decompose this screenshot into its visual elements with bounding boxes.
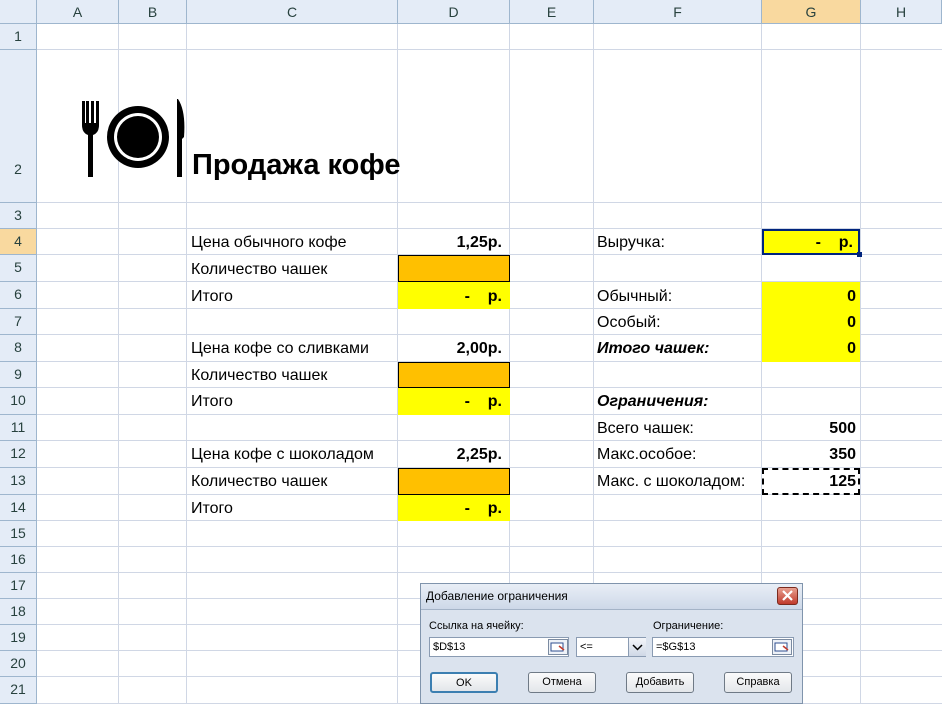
corner-cell[interactable] <box>0 0 37 24</box>
value-regular[interactable]: 0 <box>762 285 856 309</box>
add-button[interactable]: Добавить <box>626 672 694 693</box>
value-cream-total[interactable]: - р. <box>398 390 502 414</box>
label-max-choc: Макс. с шоколадом: <box>597 473 746 490</box>
row-header-13[interactable]: 13 <box>0 468 37 495</box>
row-header-7[interactable]: 7 <box>0 309 37 335</box>
grid-line <box>37 572 942 573</box>
label-cream-price: Цена кофе со сливками <box>191 340 369 357</box>
cell-d5[interactable] <box>398 255 510 282</box>
label-max-special: Макс.особое: <box>597 446 697 463</box>
row-header-4[interactable]: 4 <box>0 229 37 255</box>
cell-d9[interactable] <box>398 362 510 388</box>
range-select-icon <box>550 642 565 652</box>
grid-line <box>37 546 942 547</box>
dialog-titlebar[interactable]: Добавление ограничения <box>421 584 802 610</box>
cutlery-plate-icon <box>82 99 185 177</box>
label-choc-price: Цена кофе с шоколадом <box>191 446 374 463</box>
label-regular: Обычный: <box>597 288 673 305</box>
value-max-choc[interactable]: 125 <box>762 470 856 494</box>
row-header-8[interactable]: 8 <box>0 335 37 362</box>
value-cream-price[interactable]: 2,00р. <box>398 337 502 361</box>
value-total-cups[interactable]: 0 <box>762 337 856 361</box>
ok-button[interactable]: OK <box>430 672 498 693</box>
row-header-11[interactable]: 11 <box>0 415 37 441</box>
row-header-15[interactable]: 15 <box>0 521 37 547</box>
column-header-b[interactable]: B <box>119 0 187 24</box>
value-regular-total[interactable]: - р. <box>398 285 502 309</box>
column-header-a[interactable]: A <box>37 0 119 24</box>
label-total-cups: Итого чашек: <box>597 340 710 357</box>
value-special[interactable]: 0 <box>762 311 856 335</box>
add-constraint-dialog: Добавление ограничения Ссылка на ячейку:… <box>420 583 803 704</box>
dialog-close-button[interactable] <box>777 587 798 605</box>
value-max-special[interactable]: 350 <box>762 443 856 467</box>
page-title: Продажа кофе <box>192 149 401 181</box>
operator-dropdown-button[interactable] <box>628 638 646 656</box>
chevron-down-icon <box>632 644 643 651</box>
value-regular-price[interactable]: 1,25р. <box>398 231 502 255</box>
label-regular-price: Цена обычного кофе <box>191 234 347 251</box>
column-header-h[interactable]: H <box>861 0 942 24</box>
label-choc-qty: Количество чашек <box>191 473 328 490</box>
label-revenue: Выручка: <box>597 234 665 251</box>
grid-line <box>860 24 861 704</box>
row-header-18[interactable]: 18 <box>0 599 37 625</box>
fill-handle[interactable] <box>857 252 862 257</box>
row-header-17[interactable]: 17 <box>0 573 37 599</box>
label-regular-qty: Количество чашек <box>191 261 328 278</box>
row-header-14[interactable]: 14 <box>0 495 37 521</box>
value-choc-total[interactable]: - р. <box>398 497 502 521</box>
label-cream-total: Итого <box>191 393 233 410</box>
column-header-c[interactable]: C <box>187 0 398 24</box>
row-header-10[interactable]: 10 <box>0 388 37 415</box>
close-icon <box>782 590 793 601</box>
row-header-6[interactable]: 6 <box>0 282 37 309</box>
column-header-g[interactable]: G <box>762 0 861 24</box>
label-cream-qty: Количество чашек <box>191 367 328 384</box>
row-header-5[interactable]: 5 <box>0 255 37 282</box>
row-header-21[interactable]: 21 <box>0 677 37 704</box>
value-revenue[interactable]: - р. <box>762 231 853 255</box>
row-header-16[interactable]: 16 <box>0 547 37 573</box>
column-header-e[interactable]: E <box>510 0 594 24</box>
row-header-9[interactable]: 9 <box>0 362 37 388</box>
column-header-d[interactable]: D <box>398 0 510 24</box>
grid-line <box>37 49 942 50</box>
value-choc-price[interactable]: 2,25р. <box>398 443 502 467</box>
label-constraints: Ограничения: <box>597 393 709 410</box>
grid-line <box>37 202 942 203</box>
cell-ref-collapse-button[interactable] <box>548 639 568 655</box>
help-button[interactable]: Справка <box>724 672 792 693</box>
row-header-2[interactable]: 2 <box>0 50 37 203</box>
row-header-19[interactable]: 19 <box>0 625 37 651</box>
value-all-cups[interactable]: 500 <box>762 417 856 441</box>
label-all-cups: Всего чашек: <box>597 420 694 437</box>
cancel-button[interactable]: Отмена <box>528 672 596 693</box>
label-choc-total: Итого <box>191 500 233 517</box>
row-header-12[interactable]: 12 <box>0 441 37 468</box>
label-regular-total: Итого <box>191 288 233 305</box>
constraint-collapse-button[interactable] <box>772 639 792 655</box>
cell-d13[interactable] <box>398 468 510 495</box>
row-header-20[interactable]: 20 <box>0 651 37 677</box>
range-select-icon <box>774 642 789 652</box>
row-header-1[interactable]: 1 <box>0 24 37 50</box>
row-header-3[interactable]: 3 <box>0 203 37 229</box>
column-header-f[interactable]: F <box>594 0 762 24</box>
label-special: Особый: <box>597 314 661 331</box>
dialog-title: Добавление ограничения <box>426 589 568 603</box>
constraint-label: Ограничение: <box>653 620 724 632</box>
cell-ref-label: Ссылка на ячейку: <box>429 620 524 632</box>
